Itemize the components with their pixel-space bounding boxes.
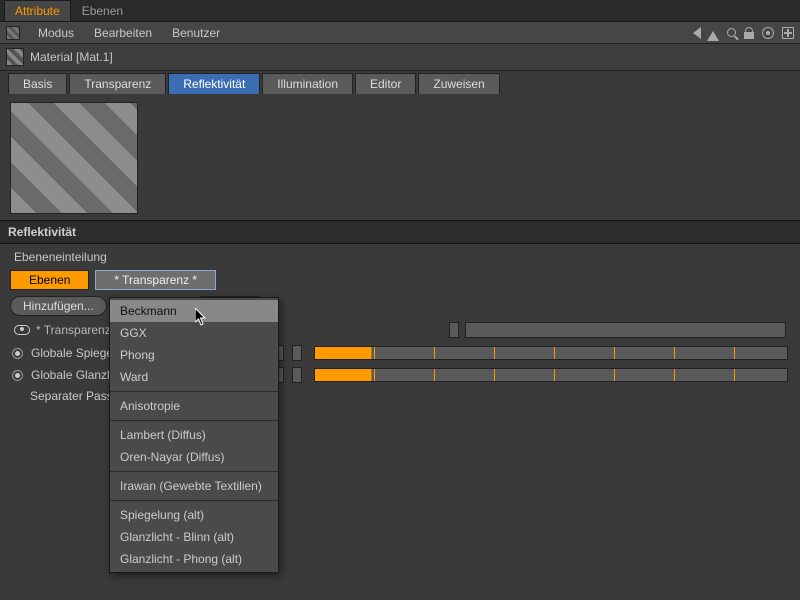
dd-ggx[interactable]: GGX	[110, 322, 278, 344]
subtab-transparenz[interactable]: * Transparenz *	[95, 270, 216, 290]
material-header: Material [Mat.1]	[0, 44, 800, 71]
slider-globale-spiegelung[interactable]	[314, 346, 788, 360]
radio-globale-spiegelung[interactable]	[12, 348, 23, 359]
tab-reflektivitaet[interactable]: Reflektivität	[168, 73, 260, 94]
menu-bar: Modus Bearbeiten Benutzer	[0, 22, 800, 44]
menu-benutzer[interactable]: Benutzer	[162, 26, 230, 40]
menu-bearbeiten[interactable]: Bearbeiten	[84, 26, 162, 40]
layer-name[interactable]: * Transparenz *	[36, 323, 119, 337]
dd-separator	[110, 500, 278, 501]
lock-icon[interactable]	[744, 32, 754, 39]
layer-subtabs: Ebenen * Transparenz *	[0, 270, 800, 294]
dd-oren-nayar[interactable]: Oren-Nayar (Diffus)	[110, 446, 278, 468]
nav-back-icon[interactable]	[687, 27, 701, 39]
panel-grip-icon	[6, 26, 20, 40]
nav-up-icon[interactable]	[707, 25, 719, 41]
dd-anisotropie[interactable]: Anisotropie	[110, 395, 278, 417]
section-reflektivitaet: Reflektivität	[0, 220, 800, 244]
tab-ebenen[interactable]: Ebenen	[71, 0, 134, 22]
dd-irawan[interactable]: Irawan (Gewebte Textilien)	[110, 475, 278, 497]
menu-modus[interactable]: Modus	[28, 26, 84, 40]
visibility-icon[interactable]	[14, 325, 30, 335]
subtab-ebenen[interactable]: Ebenen	[10, 270, 89, 290]
panel-tabs: Attribute Ebenen	[0, 0, 800, 22]
tab-transparenz[interactable]: Transparenz	[69, 73, 166, 94]
dd-separator	[110, 420, 278, 421]
dd-ward[interactable]: Ward	[110, 366, 278, 388]
property-tabs: Basis Transparenz Reflektivität Illumina…	[0, 71, 800, 96]
tab-attribute[interactable]: Attribute	[4, 0, 71, 21]
tab-editor[interactable]: Editor	[355, 73, 416, 94]
material-name: Material [Mat.1]	[30, 50, 113, 64]
target-icon[interactable]	[762, 27, 774, 39]
tab-zuweisen[interactable]: Zuweisen	[418, 73, 499, 94]
material-thumb-icon	[6, 48, 24, 66]
cursor-icon	[195, 308, 207, 326]
add-layer-button[interactable]: Hinzufügen...	[10, 296, 107, 316]
preview-area	[0, 96, 800, 220]
spinner-globale-glanz[interactable]	[292, 367, 302, 383]
dd-glanz-phong-alt[interactable]: Glanzlicht - Phong (alt)	[110, 548, 278, 570]
dd-spiegelung-alt[interactable]: Spiegelung (alt)	[110, 504, 278, 526]
dd-phong[interactable]: Phong	[110, 344, 278, 366]
brdf-dropdown: Beckmann GGX Phong Ward Anisotropie Lamb…	[109, 297, 279, 573]
tab-basis[interactable]: Basis	[8, 73, 67, 94]
radio-globale-glanz[interactable]	[12, 370, 23, 381]
slider-globale-glanz[interactable]	[314, 368, 788, 382]
dd-beckmann[interactable]: Beckmann	[110, 300, 278, 322]
label-ebeneneinteilung: Ebeneneinteilung	[0, 244, 800, 270]
dd-glanz-blinn-alt[interactable]: Glanzlicht - Blinn (alt)	[110, 526, 278, 548]
search-icon[interactable]	[727, 28, 736, 37]
tab-illumination[interactable]: Illumination	[262, 73, 353, 94]
layer-value-field[interactable]	[465, 322, 786, 338]
layer-order-spinner[interactable]	[449, 322, 459, 338]
dd-lambert[interactable]: Lambert (Diffus)	[110, 424, 278, 446]
dd-separator	[110, 391, 278, 392]
material-preview	[10, 102, 138, 214]
dd-separator	[110, 471, 278, 472]
new-icon[interactable]	[782, 27, 794, 39]
spinner-globale-spiegelung[interactable]	[292, 345, 302, 361]
